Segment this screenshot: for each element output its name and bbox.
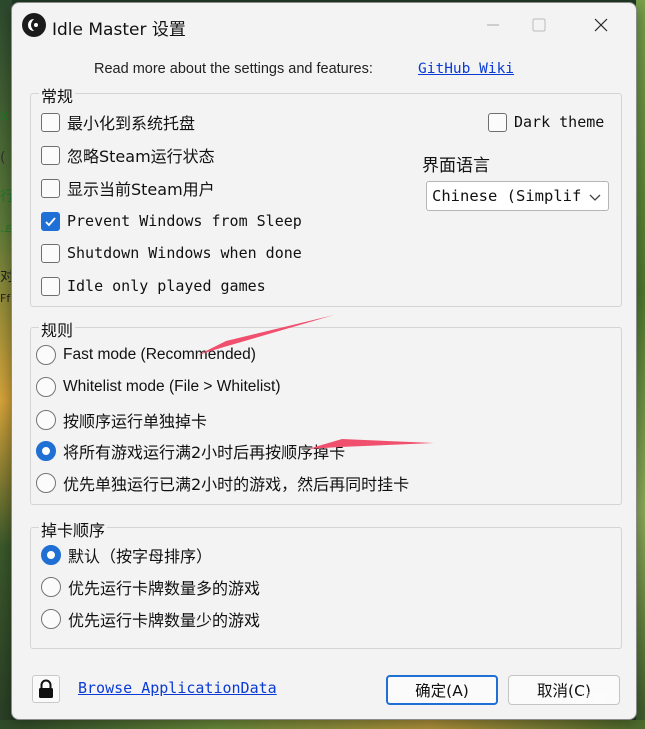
option-label: 优先运行卡牌数量少的游戏 [68,611,261,630]
shutdown-when-done-option[interactable]: Shutdown Windows when done [41,242,302,264]
minimize-icon [487,24,499,26]
language-select[interactable]: Chinese (Simplified) [426,181,609,211]
group-legend: 常规 [39,83,76,107]
radio-button[interactable] [36,377,56,397]
checkbox[interactable] [41,276,60,296]
checkbox[interactable] [41,243,60,263]
desktop-background-right [636,0,645,729]
dark-theme-option[interactable]: Dark theme [488,111,604,133]
idle-master-icon [22,13,46,37]
priority-2h-option[interactable]: 优先单独运行已满2小时的游戏，然后再同时挂卡 [36,472,409,494]
option-label: Shutdown Windows when done [67,244,302,262]
whitelist-mode-option[interactable]: Whitelist mode (File > Whitelist) [36,376,280,398]
option-label: Whitelist mode (File > Whitelist) [63,378,281,395]
option-label: Fast mode (Recommended) [63,346,256,363]
sequential-mode-option[interactable]: 按顺序运行单独掉卡 [36,409,207,431]
checkbox[interactable] [41,178,60,198]
group-legend: 规则 [39,317,76,341]
watermark: 小黑盒 [567,692,607,707]
option-label: 显示当前Steam用户 [67,180,215,199]
radio-button[interactable] [41,609,61,629]
option-label: Prevent Windows from Sleep [67,212,302,230]
option-label: 优先单独运行已满2小时的游戏，然后再同时挂卡 [63,475,410,494]
order-default-option[interactable]: 默认（按字母排序） [41,544,212,566]
github-wiki-link[interactable]: GitHub Wiki [418,61,514,77]
close-icon [594,18,608,32]
order-least-cards-option[interactable]: 优先运行卡牌数量少的游戏 [41,608,260,630]
checkbox[interactable] [488,112,507,132]
option-label: 默认（按字母排序） [68,547,213,566]
checkbox[interactable] [41,112,60,132]
maximize-icon [532,18,546,32]
ignore-steam-status-option[interactable]: 忽略Steam运行状态 [41,144,215,166]
desktop-background-bottom [0,720,645,729]
idle-played-games-option[interactable]: Idle only played games [41,275,266,297]
minimize-to-tray-option[interactable]: 最小化到系统托盘 [41,111,195,133]
chevron-down-icon [589,194,601,201]
option-label: 优先运行卡牌数量多的游戏 [68,579,261,598]
checkbox[interactable] [41,145,60,165]
window-title: Idle Master 设置 [52,20,186,40]
option-label: Dark theme [514,113,605,131]
title-bar[interactable]: Idle Master 设置 [12,3,636,47]
background-text: Ff [0,292,11,305]
ok-button[interactable]: 确定(A) [386,675,498,705]
maximize-button[interactable] [516,3,562,47]
background-text: ( [0,150,6,166]
radio-button-selected[interactable] [41,545,61,565]
checkmark-icon [45,216,56,226]
option-label: 将所有游戏运行满2小时后再按顺序掉卡 [63,443,346,462]
background-text: x [0,108,9,124]
option-label: 最小化到系统托盘 [67,114,196,133]
settings-window: Idle Master 设置 Read more about the setti… [11,2,637,720]
radio-button[interactable] [36,473,56,493]
radio-button[interactable] [36,410,56,430]
show-steam-user-option[interactable]: 显示当前Steam用户 [41,177,215,199]
option-label: Idle only played games [67,277,266,295]
checkbox-checked[interactable] [41,211,60,231]
settings-info-text: Read more about the settings and feature… [94,61,373,77]
option-label: 忽略Steam运行状态 [67,147,215,166]
lock-button[interactable] [32,675,60,703]
group-legend: 掉卡顺序 [39,517,108,541]
minimize-button[interactable] [470,3,516,47]
radio-button[interactable] [41,577,61,597]
language-label: 界面语言 [422,156,490,176]
lock-icon [39,679,53,698]
rules-group: 规则 Fast mode (Recommended) Whitelist mod… [30,317,622,505]
browse-appdata-link[interactable]: Browse ApplicationData [78,679,277,697]
order-most-cards-option[interactable]: 优先运行卡牌数量多的游戏 [41,576,260,598]
language-select-value: Chinese (Simplified) [432,187,582,205]
radio-button[interactable] [36,345,56,365]
radio-button-selected[interactable] [36,441,56,461]
prevent-sleep-option[interactable]: Prevent Windows from Sleep [41,210,302,232]
order-group: 掉卡顺序 默认（按字母排序） 优先运行卡牌数量多的游戏 优先运行卡牌数量少的游戏 [30,517,622,649]
all-games-2h-option[interactable]: 将所有游戏运行满2小时后再按顺序掉卡 [36,440,345,462]
option-label: 按顺序运行单独掉卡 [63,412,208,431]
close-button[interactable] [578,3,624,47]
fast-mode-option[interactable]: Fast mode (Recommended) [36,344,256,366]
